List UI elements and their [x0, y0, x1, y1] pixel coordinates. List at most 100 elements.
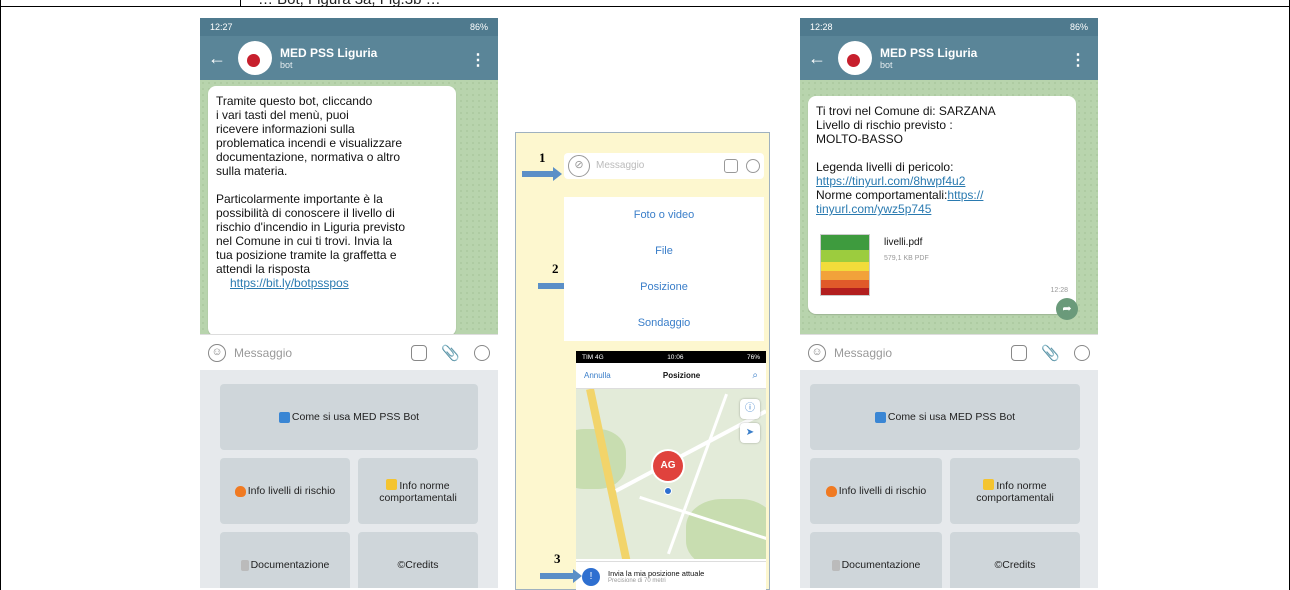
risk-levels-button[interactable]: Info livelli di rischio [220, 458, 350, 524]
message-time: 12:28 [1050, 287, 1068, 294]
status-bar: TIM 4G 10:06 76% [576, 351, 766, 363]
message-input[interactable]: Messaggio [834, 346, 997, 360]
park-area [686, 499, 766, 559]
button-label: comportamentali [976, 491, 1054, 504]
emoji-icon[interactable]: ☺ [808, 343, 826, 362]
message-line: problematica incendi e visualizzare [216, 136, 403, 150]
message-line: tua posizione tramite la graffetta e [216, 248, 397, 262]
chat-header: ← MED PSS Liguria bot ⋮ [200, 36, 498, 80]
arrow-icon [540, 569, 582, 583]
avatar[interactable] [238, 41, 272, 75]
search-icon[interactable]: ⌕ [752, 370, 758, 381]
status-time: 10:06 [667, 353, 684, 361]
info-icon [874, 411, 886, 423]
accuracy-label: Precisione di 70 metri [608, 578, 666, 584]
chat-header: ← MED PSS Liguria bot ⋮ [800, 36, 1098, 80]
document-icon [831, 559, 840, 571]
behaviour-rules-button[interactable]: Info norme comportamentali [358, 458, 478, 524]
behaviour-rules-button[interactable]: Info norme comportamentali [950, 458, 1080, 524]
back-arrow-icon[interactable]: ← [808, 48, 832, 69]
message-link[interactable]: https://tinyurl.com/8hwpf4u2 [816, 174, 1068, 188]
message-line: attendi la risposta [216, 262, 311, 276]
documentation-button[interactable]: Documentazione [220, 532, 350, 588]
emoji-icon[interactable]: ☺ [208, 343, 226, 362]
camera-icon[interactable] [474, 344, 490, 361]
chat-subtitle: bot [280, 59, 293, 70]
message-line: possibilità di conoscere il livello di [216, 206, 395, 220]
bot-keyboard-icon[interactable] [1011, 344, 1028, 361]
camera-icon[interactable] [746, 159, 760, 173]
credits-button[interactable]: ©Credits [950, 532, 1080, 588]
more-options-icon[interactable]: ⋮ [1070, 50, 1086, 70]
risk-levels-button[interactable]: Info livelli di rischio [810, 458, 942, 524]
bot-keyboard: Come si usa MED PSS Bot Info livelli di … [800, 370, 1098, 588]
pdf-attachment[interactable]: livelli.pdf 579,1 KB PDF 12:28 [814, 226, 1074, 296]
forward-icon[interactable]: ➦ [1056, 298, 1078, 320]
message-bubble: Ti trovi nel Comune di: SARZANA Livello … [808, 96, 1076, 314]
location-pin: AG [653, 451, 683, 481]
menu-item-poll[interactable]: Sondaggio [564, 317, 764, 329]
carrier-label: TIM 4G [582, 353, 604, 361]
chat-title: MED PSS Liguria [880, 45, 978, 60]
documentation-button[interactable]: Documentazione [810, 532, 942, 588]
info-icon[interactable]: ⓘ [740, 399, 760, 419]
how-to-use-button[interactable]: Come si usa MED PSS Bot [810, 384, 1080, 450]
info-icon [278, 411, 290, 423]
send-location-button[interactable]: ! Invia la mia posizione attuale Precisi… [576, 561, 766, 590]
menu-item-file[interactable]: File [564, 245, 764, 257]
chat-area: Tramite questo bot, cliccando i vari tas… [200, 80, 498, 336]
message-input[interactable]: Messaggio [234, 346, 397, 360]
more-options-icon[interactable]: ⋮ [470, 50, 486, 70]
message-link[interactable]: tinyurl.com/ywz5p745 [816, 202, 1068, 216]
message-bubble: Tramite questo bot, cliccando i vari tas… [208, 86, 456, 336]
send-location-label: Invia la mia posizione attuale [608, 569, 705, 578]
message-line: nel Comune in cui ti trovi. Invia la [216, 234, 393, 248]
chat-title: MED PSS Liguria [280, 45, 378, 60]
location-title: Posizione [662, 371, 701, 380]
bot-keyboard-icon[interactable] [724, 159, 738, 173]
button-label: Info livelli di rischio [247, 485, 336, 497]
location-picker: TIM 4G 10:06 76% Annulla Posizione ⌕ ⓘ ➤… [576, 351, 766, 590]
attach-icon[interactable]: 📎 [441, 344, 460, 362]
how-to-use-button[interactable]: Come si usa MED PSS Bot [220, 384, 478, 450]
message-link[interactable]: https://bit.ly/botpsspos [230, 276, 448, 290]
avatar[interactable] [838, 41, 872, 75]
message-input[interactable]: Messaggio [596, 160, 644, 171]
credits-button[interactable]: ©Credits [358, 532, 478, 588]
table-top-line [0, 6, 1290, 7]
message-line: ricevere informazioni sulla [216, 122, 355, 136]
back-arrow-icon[interactable]: ← [208, 48, 232, 69]
caption-text: … Bot, Figura 3a, Fig.3b … [258, 0, 441, 8]
chat-subtitle: bot [880, 59, 893, 70]
chat-area: Ti trovi nel Comune di: SARZANA Livello … [800, 80, 1098, 334]
button-label: ©Credits [397, 559, 439, 571]
message-line: Tramite questo bot, cliccando [216, 94, 373, 108]
message-input-bar: ⊘ Messaggio [564, 153, 764, 179]
locate-icon[interactable]: ➤ [740, 423, 760, 443]
pdf-filesize: 579,1 KB PDF [884, 255, 929, 262]
message-link[interactable]: https:// [947, 188, 983, 202]
battery-level: 76% [746, 353, 760, 361]
right-phone-screen: 12:28 86% ← MED PSS Liguria bot ⋮ Ti tro… [800, 18, 1098, 588]
step-number: 3 [554, 551, 561, 566]
pdf-filename: livelli.pdf [884, 237, 923, 248]
bot-keyboard-icon[interactable] [411, 344, 428, 361]
map-view[interactable]: ⓘ ➤ AG [576, 389, 766, 559]
button-label: Documentazione [841, 559, 921, 571]
menu-item-location[interactable]: Posizione [564, 281, 764, 293]
attach-icon[interactable]: 📎 [1041, 344, 1060, 362]
message-line: Livello di rischio previsto : [816, 118, 953, 132]
message-line: sulla materia. [216, 164, 288, 178]
button-label: Come si usa MED PSS Bot [291, 411, 420, 423]
attach-icon[interactable]: ⊘ [568, 155, 590, 177]
cancel-button[interactable]: Annulla [584, 371, 611, 380]
battery-level: 86% [469, 22, 488, 32]
camera-icon[interactable] [1074, 344, 1090, 361]
status-time: 12:27 [210, 22, 233, 32]
hand-icon [983, 478, 995, 490]
left-phone-screen: 12:27 86% ← MED PSS Liguria bot ⋮ Tramit… [200, 18, 498, 588]
step-number: 2 [552, 261, 559, 276]
menu-item-photo-video[interactable]: Foto o video [564, 209, 764, 221]
message-line: rischio d'incendio in Liguria previsto [216, 220, 406, 234]
button-label: Info livelli di rischio [838, 485, 927, 497]
